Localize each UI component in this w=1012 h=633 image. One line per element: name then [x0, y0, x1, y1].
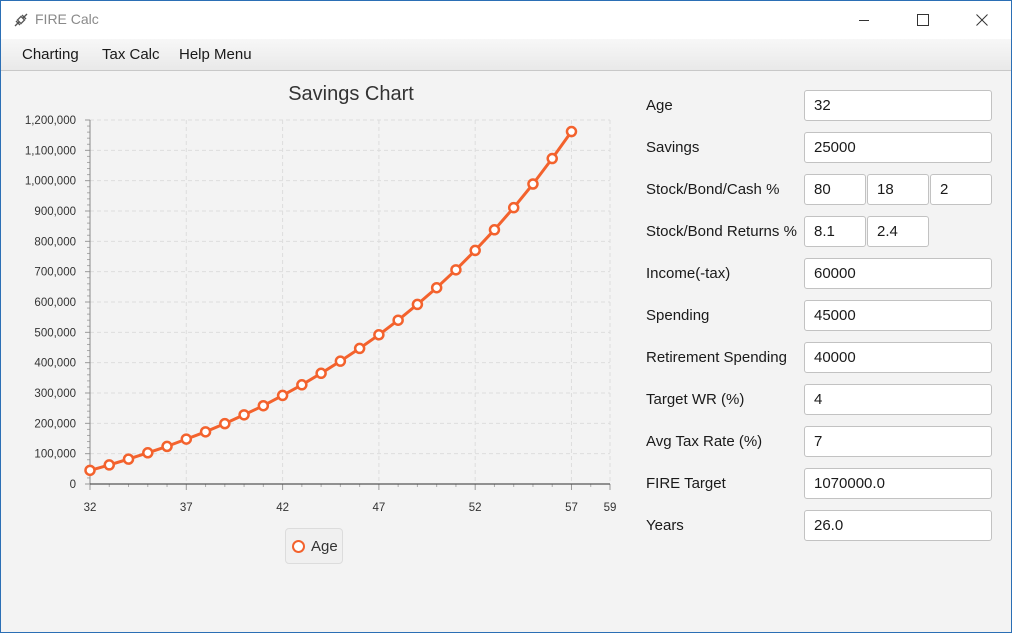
- data-point: [546, 152, 558, 165]
- menu-tax-calc[interactable]: Tax Calc: [102, 46, 160, 63]
- chart-svg: Savings Chart 0 100,000 200,000 300,000 400,0…: [25, 83, 617, 514]
- y-tick-label: 1,200,000: [25, 115, 76, 127]
- data-point: [527, 178, 539, 190]
- fire-target-label: FIRE Target: [646, 475, 726, 492]
- retirement-spending-label: Retirement Spending: [646, 349, 787, 366]
- age-field[interactable]: [804, 90, 992, 121]
- y-tick-label: 600,000: [34, 297, 76, 309]
- data-point: [353, 342, 366, 355]
- data-point: [142, 447, 154, 459]
- y-tick-label: 1,100,000: [25, 145, 76, 157]
- data-point: [122, 453, 135, 465]
- data-point: [488, 224, 501, 236]
- data-point: [219, 417, 231, 430]
- retirement-spending-field[interactable]: [804, 342, 992, 373]
- spending-field[interactable]: [804, 300, 992, 331]
- x-tick-label: 37: [180, 502, 193, 514]
- cash-percent-field[interactable]: [930, 174, 992, 205]
- y-tick-label: 1,000,000: [25, 176, 76, 188]
- y-tick-label: 700,000: [34, 267, 76, 279]
- y-tick-label: 0: [70, 479, 76, 491]
- series-line: [89, 130, 573, 472]
- data-point: [507, 201, 520, 214]
- menu-help[interactable]: Help Menu: [179, 46, 252, 63]
- data-point: [373, 329, 385, 341]
- maximize-button[interactable]: [900, 1, 946, 39]
- legend-symbol: [292, 540, 305, 553]
- stock-percent-field[interactable]: [804, 174, 866, 205]
- y-tick-label: 100,000: [34, 449, 76, 461]
- years-label: Years: [646, 517, 684, 534]
- target-wr-label: Target WR (%): [646, 391, 745, 408]
- avg-tax-rate-field[interactable]: [804, 426, 992, 457]
- avg-tax-rate-label: Avg Tax Rate (%): [646, 433, 763, 450]
- data-point: [411, 298, 424, 311]
- x-tick-label: 32: [84, 502, 97, 514]
- y-tick-label: 500,000: [34, 327, 76, 339]
- years-field[interactable]: [804, 510, 992, 541]
- data-point: [103, 459, 116, 471]
- y-tick-label: 200,000: [34, 418, 76, 430]
- data-point: [276, 389, 289, 402]
- status-area: [1, 601, 1011, 632]
- x-tick-label: 59: [604, 502, 617, 514]
- x-tick-label: 42: [276, 502, 289, 514]
- satellite-icon: [13, 12, 29, 28]
- returns-label: Stock/Bond Returns %: [646, 223, 797, 240]
- bond-percent-field[interactable]: [867, 174, 929, 205]
- age-label: Age: [646, 97, 673, 114]
- data-point: [315, 367, 327, 380]
- chart-legend: Age: [285, 528, 343, 564]
- allocation-label: Stock/Bond/Cash %: [646, 181, 780, 198]
- x-tick-label: 52: [469, 502, 482, 514]
- minimize-icon: [858, 14, 870, 26]
- close-button[interactable]: [959, 1, 1005, 39]
- data-point: [257, 399, 270, 412]
- close-icon: [976, 14, 988, 26]
- data-point: [565, 125, 578, 138]
- data-point: [161, 440, 173, 453]
- stock-return-field[interactable]: [804, 216, 866, 247]
- maximize-icon: [917, 14, 929, 26]
- data-point: [238, 409, 250, 421]
- chart-title: Savings Chart: [288, 83, 414, 105]
- data-point: [392, 314, 404, 326]
- minimize-button[interactable]: [841, 1, 887, 39]
- y-tick-label: 800,000: [34, 236, 76, 248]
- data-point: [296, 379, 308, 391]
- x-tick-label: 57: [565, 502, 578, 514]
- x-tick-label: 47: [372, 502, 385, 514]
- income-field[interactable]: [804, 258, 992, 289]
- data-point: [84, 464, 96, 477]
- data-point: [469, 244, 481, 257]
- data-point: [450, 264, 462, 276]
- title-bar[interactable]: FIRE Calc: [1, 1, 1011, 39]
- app-window: FIRE Calc Charting Tax Calc Help Menu Sa…: [0, 0, 1012, 633]
- target-wr-field[interactable]: [804, 384, 992, 415]
- bond-return-field[interactable]: [867, 216, 929, 247]
- data-point: [199, 426, 212, 438]
- data-point: [430, 281, 443, 294]
- y-tick-label: 400,000: [34, 358, 76, 370]
- savings-field[interactable]: [804, 132, 992, 163]
- savings-chart: Savings Chart 0 100,000 200,000 300,000 400,0…: [1, 71, 631, 591]
- y-tick-label: 300,000: [34, 388, 76, 400]
- fire-target-field[interactable]: [804, 468, 992, 499]
- data-point: [180, 433, 193, 445]
- data-point: [334, 355, 347, 367]
- legend-label: Age: [311, 538, 338, 555]
- y-tick-label: 900,000: [34, 206, 76, 218]
- savings-label: Savings: [646, 139, 700, 156]
- income-label: Income(-tax): [646, 265, 731, 282]
- menu-bar: Charting Tax Calc Help Menu: [1, 39, 1011, 71]
- window-title: FIRE Calc: [35, 11, 99, 27]
- spending-label: Spending: [646, 307, 710, 324]
- menu-charting[interactable]: Charting: [22, 46, 79, 63]
